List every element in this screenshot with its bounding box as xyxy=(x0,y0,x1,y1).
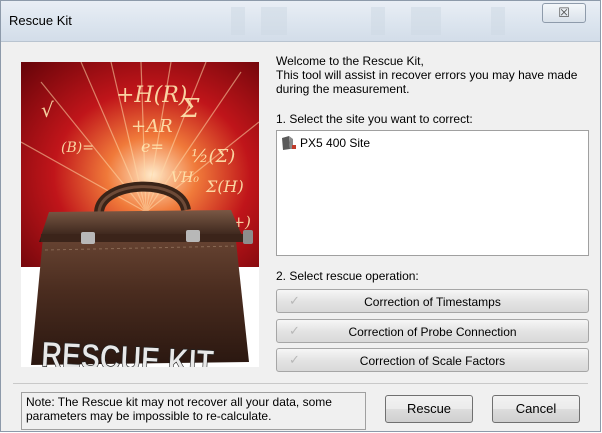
formula-text: VH₀ xyxy=(171,170,199,186)
background-window-ghost xyxy=(491,7,505,35)
rescue-button[interactable]: Rescue xyxy=(385,395,473,423)
correction-scale-factors-button[interactable]: ✓ Correction of Scale Factors xyxy=(276,348,589,372)
rescue-bag-image: +H(R) Σ √ ½(Σ) e= Σ(H) VH₀ +AR (B)= (Σ+) xyxy=(21,62,259,367)
formula-text: Σ(H) xyxy=(205,177,244,196)
operation-label: Correction of Scale Factors xyxy=(359,354,506,368)
background-window-ghost xyxy=(231,7,245,35)
background-window-ghost xyxy=(411,7,441,35)
select-operation-label: 2. Select rescue operation: xyxy=(276,269,419,283)
welcome-text: Welcome to the Rescue Kit, This tool wil… xyxy=(276,54,578,96)
rescue-kit-dialog: Rescue Kit ☒ +H(R) Σ √ ½(Σ) e= Σ(H) VH₀ … xyxy=(0,0,601,432)
close-icon: ☒ xyxy=(558,5,570,20)
formula-text: e= xyxy=(141,137,164,156)
site-label: PX5 400 Site xyxy=(300,136,371,150)
formula-text: (B)= xyxy=(61,140,94,156)
site-folder-icon xyxy=(282,136,296,150)
close-button[interactable]: ☒ xyxy=(542,3,586,23)
formula-text: +H(R) xyxy=(116,83,187,108)
formula-text: √ xyxy=(41,98,54,122)
operation-label: Correction of Probe Connection xyxy=(348,325,517,339)
note-text: Note: The Rescue kit may not recover all… xyxy=(21,392,366,430)
formula-text: ½(Σ) xyxy=(191,146,235,167)
cancel-button[interactable]: Cancel xyxy=(492,395,580,423)
site-list[interactable]: PX5 400 Site xyxy=(276,130,589,256)
formula-text: Σ xyxy=(180,94,200,124)
operation-label: Correction of Timestamps xyxy=(364,295,501,309)
background-window-ghost xyxy=(261,7,287,35)
list-item[interactable]: PX5 400 Site xyxy=(281,135,370,151)
title-bar[interactable]: Rescue Kit ☒ xyxy=(1,1,600,42)
select-site-label: 1. Select the site you want to correct: xyxy=(276,112,473,126)
correction-timestamps-button[interactable]: ✓ Correction of Timestamps xyxy=(276,289,589,313)
formula-text: +AR xyxy=(131,116,173,137)
footer-divider xyxy=(13,383,588,384)
rescue-kit-illustration: +H(R) Σ √ ½(Σ) e= Σ(H) VH₀ +AR (B)= (Σ+) xyxy=(21,62,259,367)
background-window-ghost xyxy=(371,7,385,35)
correction-probe-connection-button[interactable]: ✓ Correction of Probe Connection xyxy=(276,319,589,343)
window-title: Rescue Kit xyxy=(9,13,72,28)
